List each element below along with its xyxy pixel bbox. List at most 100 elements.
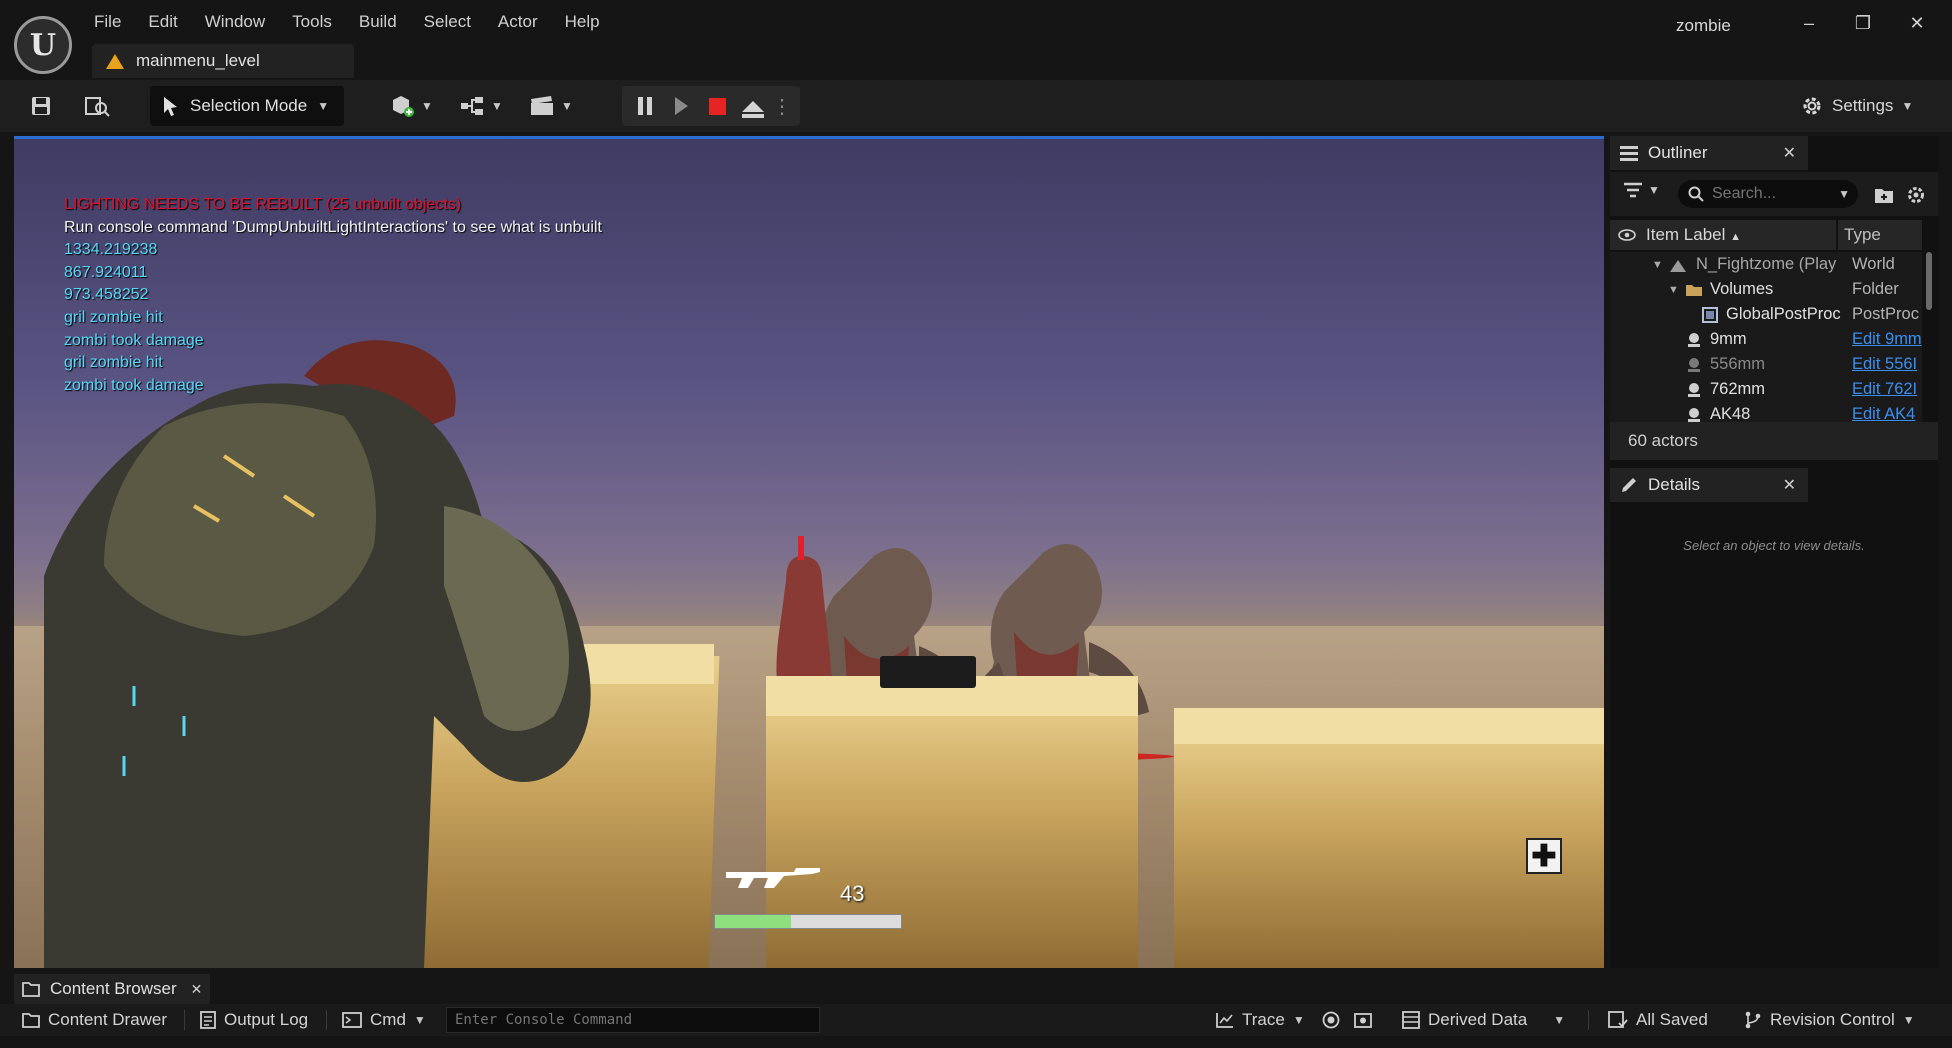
eject-button[interactable]: [736, 86, 770, 126]
item-label-column[interactable]: Item Label ▲: [1646, 225, 1741, 245]
tree-row-type: PostProc: [1852, 305, 1919, 323]
post-process-volume-icon: [1702, 306, 1718, 323]
outliner-scrollbar[interactable]: [1926, 252, 1932, 310]
menu-edit[interactable]: Edit: [148, 12, 192, 32]
selection-mode-dropdown[interactable]: Selection Mode ▼: [150, 86, 344, 126]
chevron-down-icon: ▼: [1553, 1013, 1566, 1027]
blueprints-button[interactable]: ▼: [456, 88, 506, 124]
tree-row-actor[interactable]: 556mm Edit 556I: [1610, 352, 1922, 377]
tree-row-actor[interactable]: 762mm Edit 762I: [1610, 377, 1922, 402]
revision-control-dropdown[interactable]: Revision Control ▼: [1744, 1004, 1915, 1036]
frame-skip-button[interactable]: [664, 86, 698, 126]
debug-messages: LIGHTING NEEDS TO BE REBUILT (25 unbuilt…: [64, 194, 602, 397]
content-drawer-icon: [22, 1013, 40, 1028]
tree-row-label: GlobalPostProc: [1726, 305, 1841, 323]
details-empty-message: Select an object to view details.: [1683, 538, 1865, 553]
restore-button[interactable]: ❐: [1840, 8, 1886, 38]
menu-select[interactable]: Select: [424, 12, 486, 32]
save-button[interactable]: [24, 88, 58, 124]
play-options-button[interactable]: ⋮: [770, 86, 794, 126]
type-column[interactable]: Type: [1844, 225, 1881, 245]
level-viewport[interactable]: LIGHTING NEEDS TO BE REBUILT (25 unbuilt…: [14, 136, 1604, 968]
world-icon: [1670, 259, 1686, 272]
pause-button[interactable]: [628, 86, 662, 126]
chevron-down-icon: ▼: [413, 1013, 426, 1027]
outliner-tab[interactable]: Outliner ✕: [1610, 136, 1808, 170]
content-browser-tab[interactable]: Content Browser ✕: [14, 974, 210, 1004]
ammo-counter: 43: [840, 881, 865, 906]
step-icon: [674, 97, 688, 115]
settings-dropdown[interactable]: Settings ▼: [1800, 88, 1913, 124]
outliner-search[interactable]: ▼: [1678, 180, 1858, 208]
tree-row-actor[interactable]: GlobalPostProc PostProc: [1610, 302, 1922, 327]
filter-icon: [1624, 182, 1642, 198]
derived-data-dropdown[interactable]: Derived Data ▼: [1402, 1004, 1565, 1036]
sort-ascending-icon: ▲: [1730, 231, 1742, 243]
cinematics-button[interactable]: ▼: [526, 88, 576, 124]
record-icon[interactable]: [1322, 1011, 1340, 1029]
health-bar-fill: [715, 915, 792, 928]
selection-mode-label: Selection Mode: [190, 96, 308, 115]
all-saved-button[interactable]: All Saved: [1608, 1004, 1708, 1036]
level-tab[interactable]: mainmenu_level: [92, 44, 354, 78]
tree-row-actor[interactable]: 9mm Edit 9mm: [1610, 327, 1922, 352]
save-status-icon: [1608, 1011, 1628, 1028]
medkit-icon: ✚: [1526, 838, 1562, 874]
console-command-input[interactable]: [446, 1007, 820, 1033]
ammo-box: [880, 656, 976, 688]
add-folder-icon[interactable]: [1874, 186, 1894, 204]
minimize-button[interactable]: –: [1786, 8, 1832, 38]
details-tab[interactable]: Details ✕: [1610, 468, 1808, 502]
details-tab-label: Details: [1648, 475, 1700, 494]
filter-dropdown[interactable]: ▼: [1624, 182, 1660, 198]
actor-count-bar: 60 actors: [1610, 422, 1938, 460]
edit-blueprint-link[interactable]: Edit 556I: [1852, 355, 1922, 374]
expand-arrow-icon[interactable]: ▼: [1652, 259, 1663, 271]
chevron-down-icon[interactable]: ▼: [1838, 187, 1850, 201]
chevron-down-icon: ▼: [1902, 1013, 1915, 1027]
tree-row-actor[interactable]: AK48 Edit AK4: [1610, 402, 1922, 422]
health-bar: [714, 914, 902, 929]
output-log-button[interactable]: Output Log: [200, 1004, 308, 1036]
eye-icon[interactable]: [1618, 229, 1636, 241]
add-actor-button[interactable]: ▼: [386, 88, 436, 124]
tree-row-folder[interactable]: ▼ Volumes Folder: [1610, 277, 1922, 302]
crate-top: [1174, 708, 1604, 744]
clapperboard-icon: [531, 96, 554, 115]
edit-blueprint-link[interactable]: Edit 9mm: [1852, 330, 1922, 349]
close-icon[interactable]: ✕: [1783, 475, 1796, 495]
menu-window[interactable]: Window: [205, 12, 280, 32]
menu-build[interactable]: Build: [359, 12, 412, 32]
close-icon[interactable]: ✕: [1783, 143, 1796, 163]
chevron-down-icon: ▼: [1901, 99, 1914, 113]
unreal-logo-icon[interactable]: U: [14, 16, 72, 74]
menu-help[interactable]: Help: [565, 12, 615, 32]
outliner-column-header: Item Label ▲ Type: [1610, 220, 1922, 250]
stop-button[interactable]: [700, 86, 734, 126]
menu-tools[interactable]: Tools: [292, 12, 347, 32]
outliner-search-input[interactable]: [1712, 185, 1832, 203]
edit-blueprint-link[interactable]: Edit 762I: [1852, 380, 1922, 399]
cmd-dropdown[interactable]: Cmd ▼: [342, 1004, 426, 1036]
screenshot-icon[interactable]: [1354, 1011, 1372, 1029]
menu-actor[interactable]: Actor: [498, 12, 553, 32]
gear-icon[interactable]: [1906, 185, 1926, 205]
edit-blueprint-link[interactable]: Edit AK4: [1852, 405, 1922, 422]
gear-icon: [1803, 97, 1821, 115]
column-divider[interactable]: [1836, 220, 1838, 250]
close-icon[interactable]: ✕: [191, 981, 203, 998]
chevron-down-icon: ▼: [1648, 183, 1660, 197]
close-window-button[interactable]: ✕: [1894, 8, 1940, 38]
trace-dropdown[interactable]: Trace ▼: [1216, 1004, 1305, 1036]
level-tab-label: mainmenu_level: [136, 51, 260, 70]
browse-button[interactable]: [80, 88, 114, 124]
tree-row-world[interactable]: ▼ N_Fightzome (Play World: [1610, 252, 1922, 277]
search-icon: [1688, 186, 1704, 202]
stop-icon: [708, 97, 726, 115]
expand-arrow-icon[interactable]: ▼: [1668, 284, 1679, 296]
content-drawer-button[interactable]: Content Drawer: [22, 1004, 167, 1036]
rifle-icon: [726, 868, 820, 888]
tree-row-label: N_Fightzome (Play: [1696, 255, 1837, 273]
save-icon: [32, 97, 50, 115]
menu-file[interactable]: File: [94, 12, 136, 32]
